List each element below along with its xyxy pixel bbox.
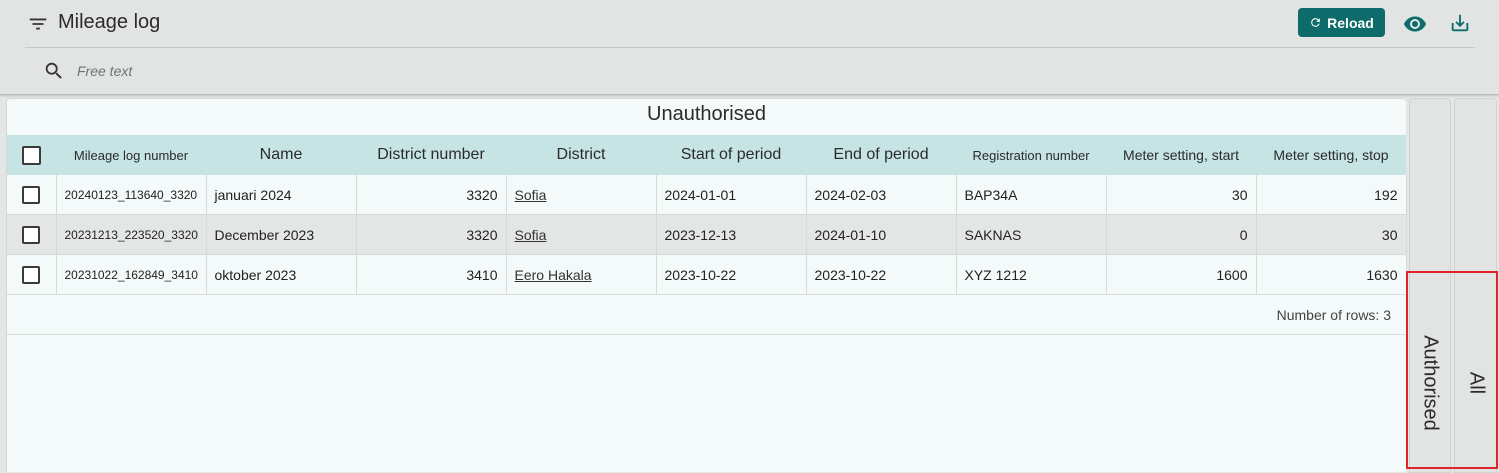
row-select-cell xyxy=(7,254,57,295)
tab-all[interactable]: All xyxy=(1454,98,1497,473)
reload-label: Reload xyxy=(1327,14,1374,31)
column-header[interactable]: Registration number xyxy=(956,135,1106,175)
panel-title: Unauthorised xyxy=(647,103,766,125)
end-period-cell: 2023-10-22 xyxy=(806,254,957,295)
log-number-cell: 20231022_162849_3410 xyxy=(56,254,207,295)
column-header[interactable]: Name xyxy=(206,135,356,175)
district-number-cell: 3320 xyxy=(356,214,507,255)
table-row[interactable]: 20231213_223520_3320 December 2023 3320 … xyxy=(7,214,1407,255)
district-number-cell: 3410 xyxy=(356,254,507,295)
table-footer: Number of rows: 3 xyxy=(7,295,1406,335)
row-checkbox[interactable] xyxy=(22,225,41,244)
filter-icon[interactable] xyxy=(27,13,49,35)
district-number-cell: 3320 xyxy=(356,175,507,215)
end-period-cell: 2024-02-03 xyxy=(806,175,957,215)
meter-stop-cell: 30 xyxy=(1256,214,1407,255)
meter-start-cell: 30 xyxy=(1106,175,1257,215)
name-cell: December 2023 xyxy=(206,214,357,255)
row-checkbox[interactable] xyxy=(22,185,41,204)
district-cell: Sofia xyxy=(506,175,657,215)
table-header-row: Mileage log number Name District number … xyxy=(7,135,1406,175)
select-all-checkbox[interactable] xyxy=(22,145,41,165)
meter-stop-cell: 1630 xyxy=(1256,254,1407,295)
eye-icon[interactable] xyxy=(1403,12,1427,36)
row-count: Number of rows: 3 xyxy=(1276,307,1391,323)
title-bar: Mileage log Reload xyxy=(25,0,1475,48)
reload-button[interactable]: Reload xyxy=(1298,8,1385,37)
column-header[interactable]: District xyxy=(506,135,656,175)
column-header[interactable]: Mileage log number xyxy=(56,135,206,175)
column-header[interactable]: Start of period xyxy=(656,135,806,175)
select-all-cell xyxy=(7,135,56,175)
meter-start-cell: 0 xyxy=(1106,214,1257,255)
log-number-cell: 20231213_223520_3320 xyxy=(56,214,207,255)
download-icon[interactable] xyxy=(1449,12,1471,34)
district-cell: Sofia xyxy=(506,214,657,255)
meter-start-cell: 1600 xyxy=(1106,254,1257,295)
column-header[interactable]: Meter setting, start xyxy=(1106,135,1256,175)
district-link[interactable]: Sofia xyxy=(515,187,547,203)
district-cell: Eero Hakala xyxy=(506,254,657,295)
district-link[interactable]: Sofia xyxy=(515,227,547,243)
table-row[interactable]: 20231022_162849_3410 oktober 2023 3410 E… xyxy=(7,254,1407,295)
district-link[interactable]: Eero Hakala xyxy=(515,267,592,283)
mileage-table: Mileage log number Name District number … xyxy=(7,135,1407,295)
log-number-cell: 20240123_113640_3320 xyxy=(56,175,207,215)
row-checkbox[interactable] xyxy=(22,265,41,284)
search-bar xyxy=(25,48,1475,92)
table-row[interactable]: 20240123_113640_3320 januari 2024 3320 S… xyxy=(7,175,1407,215)
refresh-icon xyxy=(1311,18,1320,27)
column-header[interactable]: End of period xyxy=(806,135,956,175)
name-cell: januari 2024 xyxy=(206,175,357,215)
registration-cell: XYZ 1212 xyxy=(956,254,1107,295)
app-header: Mileage log Reload xyxy=(0,0,1499,95)
page-title: Mileage log xyxy=(58,11,161,33)
unauthorised-panel: Unauthorised Mileage log number Name Dis… xyxy=(6,98,1407,472)
tab-all-label: All xyxy=(1465,371,1487,395)
start-period-cell: 2024-01-01 xyxy=(656,175,807,215)
name-cell: oktober 2023 xyxy=(206,254,357,295)
end-period-cell: 2024-01-10 xyxy=(806,214,957,255)
tab-authorised-label: Authorised xyxy=(1419,335,1442,431)
start-period-cell: 2023-12-13 xyxy=(656,214,807,255)
start-period-cell: 2023-10-22 xyxy=(656,254,807,295)
column-header[interactable]: District number xyxy=(356,135,506,175)
row-select-cell xyxy=(7,214,57,255)
registration-cell: SAKNAS xyxy=(956,214,1107,255)
registration-cell: BAP34A xyxy=(956,175,1107,215)
meter-stop-cell: 192 xyxy=(1256,175,1407,215)
column-header[interactable]: Meter setting, stop xyxy=(1256,135,1406,175)
search-input[interactable] xyxy=(75,60,679,82)
tab-authorised[interactable]: Authorised xyxy=(1409,98,1451,473)
row-select-cell xyxy=(7,175,57,215)
search-icon xyxy=(45,62,62,79)
